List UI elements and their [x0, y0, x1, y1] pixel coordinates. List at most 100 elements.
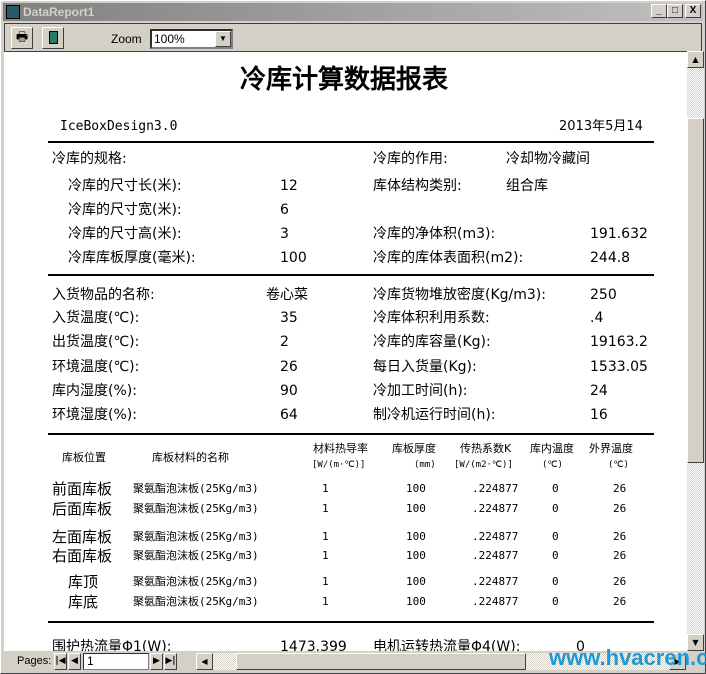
row-material: 聚氨酯泡沫板(25Kg/m3)	[133, 595, 259, 608]
surface-area-label: 冷库的库体表面积(m2):	[373, 250, 524, 266]
row-position: 左面库板	[52, 528, 113, 546]
report-title: 冷库计算数据报表	[240, 65, 449, 95]
page-number-input[interactable]: 1	[83, 653, 149, 670]
report-page: 冷库计算数据报表 IceBoxDesign3.0 2013年5月14 冷库的规格: 冷库…	[4, 51, 687, 651]
capacity-value: 19163.2	[590, 334, 648, 350]
printer-icon: 🖶	[15, 30, 29, 45]
header-k-unit: [W/(m2·℃)]	[454, 460, 513, 470]
scroll-left-button[interactable]: ◀	[196, 653, 213, 670]
print-button[interactable]: 🖶	[11, 27, 33, 49]
row-conductivity: 1	[322, 530, 329, 543]
height-label: 冷库的尺寸高(米):	[68, 226, 182, 242]
util-label: 冷库体积利用系数:	[373, 310, 490, 326]
report-window: DataReport1 _ □ X 🖶 Zoom 100% ▼ 冷库计算数据报表 I…	[0, 0, 706, 674]
goods-name-value: 卷心菜	[266, 287, 308, 303]
row-outer-temp: 26	[613, 549, 627, 562]
run-time-value: 16	[590, 407, 608, 423]
row-thickness: 100	[406, 482, 426, 495]
purpose-label: 冷库的作用:	[373, 151, 448, 167]
export-button[interactable]	[42, 27, 64, 49]
scroll-thumb[interactable]	[687, 118, 704, 463]
structure-value: 组合库	[506, 178, 548, 194]
toolbar: 🖶 Zoom 100% ▼	[4, 23, 702, 51]
zoom-label: Zoom	[111, 32, 142, 46]
panel-thickness-label: 冷库库板厚度(毫米):	[68, 250, 196, 266]
header-conductivity: 材料热导率	[313, 442, 368, 455]
row-thickness: 100	[406, 502, 426, 515]
height-value: 3	[280, 226, 289, 242]
zoom-value: 100%	[154, 32, 185, 46]
maximize-button[interactable]: □	[667, 4, 683, 18]
row-position: 库底	[68, 593, 99, 611]
row-conductivity: 1	[322, 595, 329, 608]
env-humidity-label: 环境湿度(%):	[52, 407, 137, 423]
minimize-button[interactable]: _	[651, 4, 667, 18]
row-thickness: 100	[406, 530, 426, 543]
row-outer-temp: 26	[613, 595, 627, 608]
close-button[interactable]: X	[685, 4, 701, 18]
heat-flow4-label: 电机运转热流量Φ4(W):	[373, 639, 521, 651]
next-page-button[interactable]: ▶	[150, 653, 163, 670]
chevron-down-icon[interactable]: ▼	[215, 31, 231, 47]
header-thickness-unit: (mm)	[414, 460, 436, 470]
row-position: 库顶	[68, 573, 99, 591]
row-inner-temp: 0	[552, 549, 559, 562]
header-position: 库板位置	[62, 451, 106, 464]
row-material: 聚氨酯泡沫板(25Kg/m3)	[133, 530, 259, 543]
spec-label: 冷库的规格:	[52, 151, 127, 167]
width-value: 6	[280, 202, 289, 218]
divider	[48, 141, 654, 143]
row-outer-temp: 26	[613, 502, 627, 515]
row-outer-temp: 26	[613, 575, 627, 588]
row-inner-temp: 0	[552, 482, 559, 495]
process-time-value: 24	[590, 383, 608, 399]
width-label: 冷库的尺寸宽(米):	[68, 202, 182, 218]
first-page-button[interactable]: |◀	[54, 653, 67, 670]
title-bar: DataReport1	[3, 3, 703, 21]
header-outer-temp-unit: (℃)	[608, 460, 629, 470]
row-thickness: 100	[406, 575, 426, 588]
horizontal-scroll-thumb[interactable]	[236, 653, 526, 670]
panel-thickness-value: 100	[280, 250, 307, 266]
out-temp-label: 出货温度(℃):	[52, 334, 140, 350]
heat-flow1-label: 围护热流量Φ1(W):	[52, 639, 172, 651]
env-humidity-value: 64	[280, 407, 298, 423]
header-inner-temp: 库内温度	[530, 442, 574, 455]
zoom-select[interactable]: 100% ▼	[150, 29, 233, 49]
prev-page-button[interactable]: ◀	[68, 653, 81, 670]
row-position: 后面库板	[52, 500, 113, 518]
row-conductivity: 1	[322, 482, 329, 495]
row-material: 聚氨酯泡沫板(25Kg/m3)	[133, 482, 259, 495]
out-temp-value: 2	[280, 334, 289, 350]
structure-label: 库体结构类别:	[373, 178, 462, 194]
app-name: IceBoxDesign3.0	[60, 119, 178, 134]
vertical-scrollbar[interactable]: ▲ ▼	[687, 51, 704, 651]
density-label: 冷库货物堆放密度(Kg/m3):	[373, 287, 546, 303]
watermark: www.hvacren.cn	[549, 645, 706, 670]
process-time-label: 冷加工时间(h):	[373, 383, 468, 399]
net-volume-label: 冷库的净体积(m3):	[373, 226, 496, 242]
header-material: 库板材料的名称	[152, 451, 229, 464]
purpose-value: 冷却物冷藏间	[506, 151, 590, 167]
last-page-button[interactable]: ▶|	[164, 653, 177, 670]
row-position: 前面库板	[52, 480, 113, 498]
row-thickness: 100	[406, 595, 426, 608]
env-temp-label: 环境温度(℃):	[52, 359, 140, 375]
row-k-value: .224877	[472, 595, 519, 608]
row-conductivity: 1	[322, 502, 329, 515]
in-humidity-label: 库内湿度(%):	[52, 383, 137, 399]
scroll-up-button[interactable]: ▲	[687, 51, 704, 68]
net-volume-value: 191.632	[590, 226, 648, 242]
row-conductivity: 1	[322, 549, 329, 562]
row-position: 右面库板	[52, 547, 113, 565]
daily-in-label: 每日入货量(Kg):	[373, 359, 477, 375]
divider	[48, 621, 654, 623]
in-humidity-value: 90	[280, 383, 298, 399]
row-inner-temp: 0	[552, 530, 559, 543]
window-title: DataReport1	[23, 5, 95, 19]
row-conductivity: 1	[322, 575, 329, 588]
row-k-value: .224877	[472, 575, 519, 588]
header-outer-temp: 外界温度	[589, 442, 633, 455]
row-inner-temp: 0	[552, 575, 559, 588]
row-thickness: 100	[406, 549, 426, 562]
